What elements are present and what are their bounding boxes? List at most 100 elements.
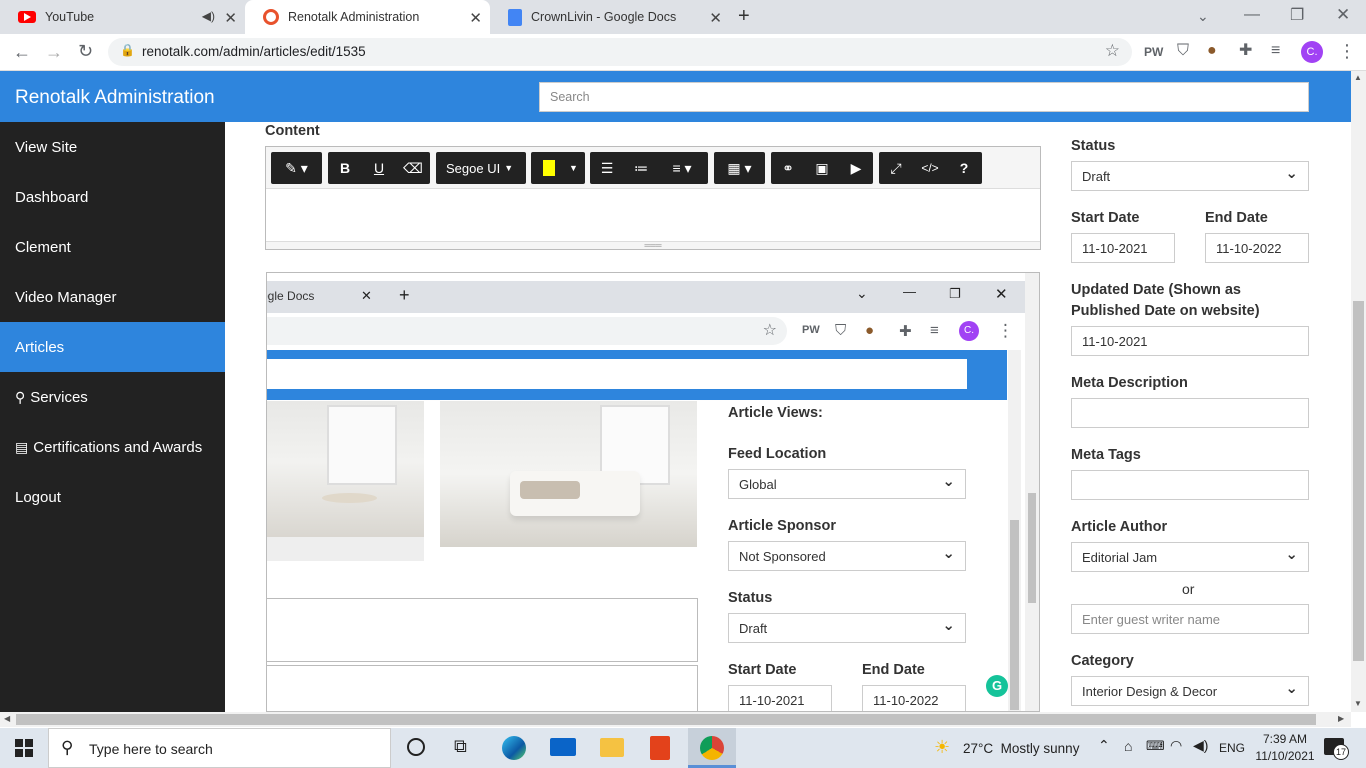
updated-date-field[interactable]: 11-10-2021 — [1071, 326, 1309, 356]
close-tab-icon[interactable]: ✕ — [224, 9, 237, 27]
tray-overflow-icon[interactable]: ⌃ — [1098, 737, 1110, 754]
help-icon[interactable]: ? — [947, 160, 981, 176]
input-method-icon[interactable]: ⌨ — [1146, 738, 1165, 754]
sidebar-item-label: Dashboard — [15, 188, 89, 206]
meta-description-field[interactable] — [1071, 398, 1309, 428]
sidebar-item-label: View Site — [15, 138, 78, 156]
fullscreen-icon[interactable]: ⤢ — [879, 160, 913, 177]
start-date-label: Start Date — [1071, 210, 1140, 226]
bookmark-star-icon: ☆ — [762, 322, 777, 339]
taskbar-search-box[interactable]: ⚲ Type here to search — [48, 728, 391, 768]
bullet-list-icon[interactable]: ☰ — [590, 160, 624, 177]
scroll-right-icon[interactable]: ▶ — [1338, 714, 1344, 723]
sidebar-item-certifications[interactable]: ▤ Certifications and Awards — [0, 422, 225, 472]
align-icon[interactable]: ≡ ▾ — [658, 160, 706, 177]
scroll-down-icon[interactable]: ▼ — [1354, 699, 1362, 708]
edge-icon[interactable] — [502, 736, 526, 760]
tab-search-icon[interactable]: ⌄ — [1197, 6, 1209, 26]
sidebar-item-services[interactable]: ⚲ Services — [0, 372, 225, 422]
close-window-icon[interactable]: ✕ — [1336, 5, 1350, 25]
profile-avatar[interactable]: C. — [1301, 41, 1323, 63]
sidebar-item-clement[interactable]: Clement — [0, 222, 225, 272]
sidebar-item-view-site[interactable]: View Site — [0, 122, 225, 172]
scroll-up-icon[interactable]: ▲ — [1354, 73, 1362, 82]
meta-tags-field[interactable] — [1071, 470, 1309, 500]
article-author-select[interactable]: Editorial Jam — [1071, 542, 1309, 572]
close-tab-icon[interactable]: ✕ — [709, 9, 722, 27]
file-explorer-icon[interactable] — [600, 738, 624, 757]
font-family-dropdown[interactable]: Segoe UI ▼ — [436, 152, 526, 184]
numbered-list-icon[interactable]: ≔ — [624, 160, 658, 177]
search-input[interactable]: Search — [539, 82, 1309, 112]
video-icon[interactable]: ▶ — [839, 160, 873, 177]
cookie-icon[interactable]: ● — [1207, 41, 1217, 61]
page-horizontal-scrollbar[interactable]: ◀ ▶ — [0, 712, 1351, 727]
table-button[interactable]: ▦ ▾ — [714, 152, 765, 184]
volume-icon[interactable]: ◀) — [1193, 737, 1208, 754]
menu-icon[interactable]: ⋮ — [1338, 41, 1356, 61]
tab-renotalk[interactable]: Renotalk Administration ✕ — [245, 0, 490, 34]
puzzle-icon[interactable]: ✚ — [1239, 41, 1252, 61]
highlight-color-button[interactable]: ▼ — [531, 152, 585, 184]
clock-time[interactable]: 7:39 AM — [1258, 732, 1312, 746]
close-tab-icon[interactable]: ✕ — [469, 9, 482, 27]
reload-icon[interactable]: ↻ — [78, 41, 93, 61]
sidebar-item-video-manager[interactable]: Video Manager — [0, 272, 225, 322]
minimize-icon[interactable]: — — [1244, 5, 1260, 25]
user-icon: ⚲ — [15, 388, 26, 405]
updated-date-label: Updated Date (Shown as — [1071, 282, 1241, 298]
office-icon[interactable] — [650, 736, 670, 760]
bookmark-star-icon[interactable]: ☆ — [1105, 41, 1120, 61]
back-icon[interactable]: ← — [13, 42, 31, 62]
url-bar[interactable]: 🔒 renotalk.com/admin/articles/edit/1535 … — [108, 38, 1132, 66]
app-title[interactable]: Renotalk Administration — [15, 87, 215, 109]
eraser-icon[interactable]: ⌫ — [396, 160, 430, 177]
sidebar-item-logout[interactable]: Logout — [0, 472, 225, 522]
wifi-icon[interactable]: ◠ — [1170, 737, 1182, 754]
media-icon[interactable]: ≡ — [1271, 41, 1280, 61]
scroll-left-icon[interactable]: ◀ — [4, 714, 10, 723]
new-tab-icon[interactable]: + — [738, 6, 750, 26]
forward-icon[interactable]: → — [45, 42, 63, 62]
page-vertical-scrollbar[interactable]: ▲ ▼ — [1351, 71, 1366, 712]
task-view-icon[interactable]: ⧉ — [454, 736, 467, 757]
tab-youtube[interactable]: YouTube ◀) ✕ — [0, 0, 245, 34]
shield-icon[interactable]: ⛉ — [1177, 41, 1189, 61]
end-date-field[interactable]: 11-10-2022 — [1205, 233, 1309, 263]
underline-icon[interactable]: U — [362, 160, 396, 176]
guest-writer-input[interactable]: Enter guest writer name — [1071, 604, 1309, 634]
resize-handle[interactable]: ═══ — [266, 241, 1040, 250]
sidebar-item-dashboard[interactable]: Dashboard — [0, 172, 225, 222]
audio-icon[interactable]: ◀) — [202, 9, 215, 23]
cortana-icon[interactable] — [407, 738, 425, 756]
nested-omnibox: ☆ — [267, 317, 787, 345]
nested-address-bar: ☆ PW ⛉ ● ✚ ≡ C. ⋮ — [267, 313, 1027, 349]
notification-center-icon[interactable]: 17 — [1324, 738, 1349, 760]
chrome-taskbar-button[interactable] — [688, 728, 736, 768]
scroll-thumb[interactable] — [16, 714, 1316, 725]
extension-icon[interactable]: PW — [1144, 42, 1163, 62]
editor-body[interactable] — [266, 189, 1040, 241]
style-button[interactable]: ✎ ▾ — [271, 152, 322, 184]
status-select[interactable]: Draft — [1071, 161, 1309, 191]
mail-icon[interactable] — [550, 738, 576, 756]
link-icon[interactable]: ⚭ — [771, 160, 805, 177]
google-docs-icon — [508, 8, 522, 26]
room-image-1-caption — [267, 537, 424, 561]
start-date-field[interactable]: 11-10-2021 — [1071, 233, 1175, 263]
clock-date[interactable]: 11/10/2021 — [1251, 749, 1319, 763]
scroll-thumb[interactable] — [1353, 301, 1364, 661]
image-icon[interactable]: ▣ — [805, 160, 839, 177]
language-indicator[interactable]: ENG — [1219, 741, 1245, 755]
category-select[interactable]: Interior Design & Decor — [1071, 676, 1309, 706]
network-icon[interactable]: ⌂ — [1124, 738, 1132, 754]
bold-icon[interactable]: B — [328, 160, 362, 176]
weather-text[interactable]: 27°C Mostly sunny — [963, 741, 1079, 756]
code-view-icon[interactable]: </> — [913, 161, 947, 175]
tab-google-docs[interactable]: CrownLivin - Google Docs ✕ — [490, 0, 730, 34]
sidebar-item-articles[interactable]: Articles — [0, 322, 225, 372]
weather-icon[interactable]: ☀ — [934, 737, 950, 758]
restore-icon[interactable]: ❐ — [1290, 6, 1304, 26]
close-window-icon: ✕ — [995, 286, 1008, 303]
windows-start-icon[interactable] — [15, 739, 33, 757]
